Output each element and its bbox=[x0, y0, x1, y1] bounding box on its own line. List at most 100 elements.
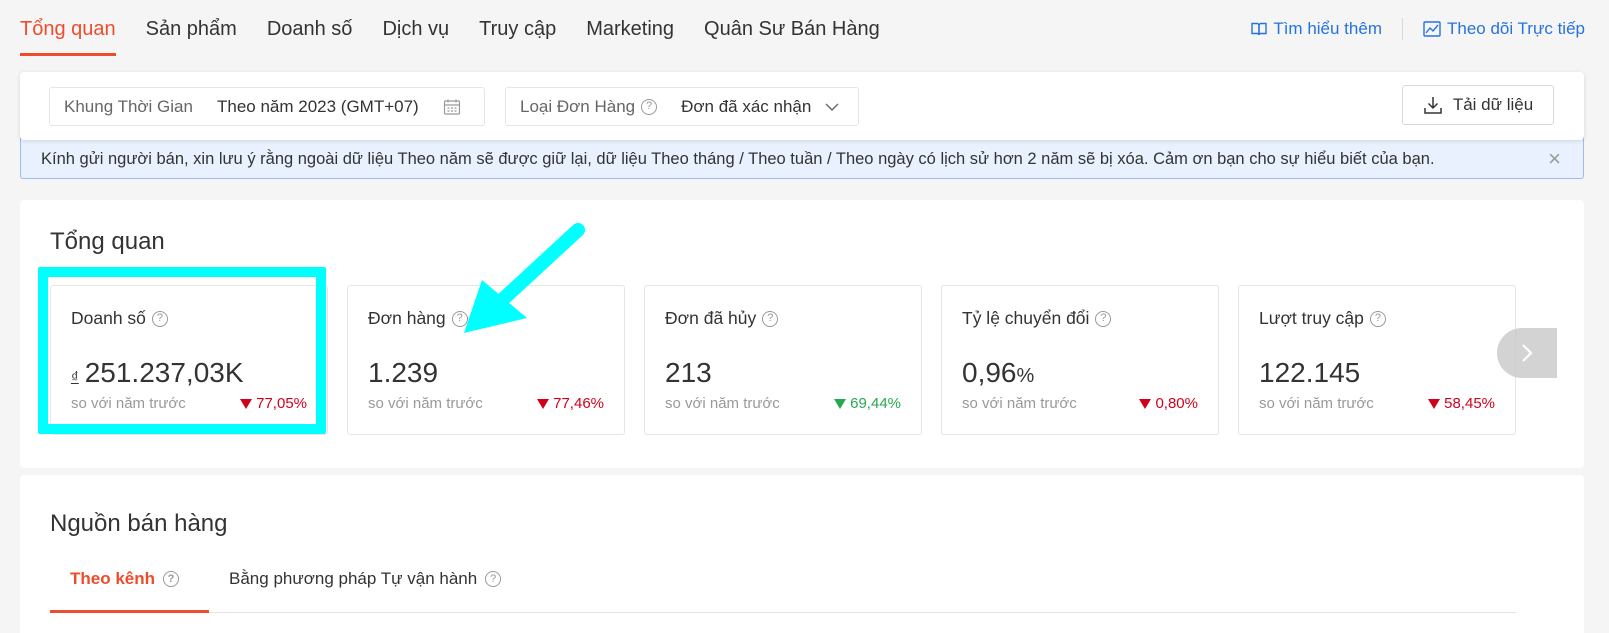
metric-value: 213 bbox=[665, 357, 901, 389]
main-tabs: Tổng quan Sản phẩm Doanh số Dịch vụ Truy… bbox=[0, 0, 910, 58]
tab-label: Theo kênh bbox=[70, 569, 156, 588]
metric-value-number: 1.239 bbox=[368, 357, 439, 388]
metric-value: ₫ 251.237,03K bbox=[71, 357, 307, 389]
tab-services[interactable]: Dịch vụ bbox=[382, 0, 449, 58]
currency-symbol: ₫ bbox=[71, 369, 79, 386]
chevron-down-icon bbox=[825, 102, 839, 112]
triangle-down-icon bbox=[240, 398, 253, 409]
comparison-label: so với năm trước bbox=[1259, 395, 1374, 412]
tab-products[interactable]: Sản phẩm bbox=[146, 0, 237, 58]
change-indicator: 58,45% bbox=[1428, 395, 1495, 412]
book-icon bbox=[1251, 22, 1268, 36]
notice-text: Kính gửi người bán, xin lưu ý rằng ngoài… bbox=[41, 149, 1435, 168]
triangle-down-icon bbox=[537, 398, 550, 409]
change-value: 69,44% bbox=[850, 395, 901, 412]
comparison-label: so với năm trước bbox=[368, 395, 483, 412]
metric-comparison: so với năm trước 77,05% bbox=[71, 395, 307, 412]
metric-title: Đơn đã hủy ? bbox=[665, 308, 901, 329]
calendar-icon bbox=[443, 98, 461, 116]
help-icon[interactable]: ? bbox=[163, 571, 180, 587]
tab-label: Bằng phương pháp Tự vận hành bbox=[229, 569, 478, 588]
comparison-label: so với năm trước bbox=[962, 395, 1077, 412]
tab-traffic[interactable]: Truy cập bbox=[479, 0, 556, 58]
change-value: 77,46% bbox=[553, 395, 604, 412]
metric-title-label: Đơn hàng bbox=[368, 308, 446, 328]
learn-more-label: Tìm hiểu thêm bbox=[1273, 19, 1382, 38]
top-links: Tìm hiểu thêm Theo dõi Trực tiếp bbox=[1251, 0, 1585, 58]
divider bbox=[1401, 18, 1403, 40]
filter-bar: Khung Thời Gian Theo năm 2023 (GMT+07) L… bbox=[20, 72, 1584, 140]
learn-more-link[interactable]: Tìm hiểu thêm bbox=[1251, 19, 1382, 39]
metric-comparison: so với năm trước 58,45% bbox=[1259, 395, 1495, 412]
overview-title: Tổng quan bbox=[50, 228, 165, 255]
overview-section: Tổng quan Doanh số ? ₫ 251.237,03K so vớ… bbox=[20, 200, 1584, 468]
live-tracking-link[interactable]: Theo dõi Trực tiếp bbox=[1423, 19, 1585, 39]
metric-value-number: 0,96 bbox=[962, 357, 1017, 388]
change-value: 77,05% bbox=[256, 395, 307, 412]
metric-value: 122.145 bbox=[1259, 357, 1495, 389]
metric-comparison: so với năm trước 69,44% bbox=[665, 395, 901, 412]
metric-title-label: Doanh số bbox=[71, 308, 146, 328]
chart-line-icon bbox=[1423, 21, 1441, 37]
triangle-down-icon bbox=[1428, 398, 1441, 409]
metric-card-orders[interactable]: Đơn hàng ? 1.239 so với năm trước 77,46% bbox=[347, 285, 625, 435]
metric-comparison: so với năm trước 0,80% bbox=[962, 395, 1198, 412]
top-navigation: Tổng quan Sản phẩm Doanh số Dịch vụ Truy… bbox=[0, 0, 1609, 58]
download-button[interactable]: Tải dữ liệu bbox=[1402, 85, 1554, 125]
help-icon[interactable]: ? bbox=[485, 571, 502, 587]
metric-title-label: Lượt truy cập bbox=[1259, 308, 1364, 328]
order-type-label: Loại Đơn Hàng bbox=[520, 96, 636, 116]
order-type-filter[interactable]: Loại Đơn Hàng ? Đơn đã xác nhận bbox=[505, 87, 859, 126]
change-indicator: 0,80% bbox=[1139, 395, 1198, 412]
download-label: Tải dữ liệu bbox=[1452, 95, 1534, 114]
tab-sales[interactable]: Doanh số bbox=[267, 0, 353, 58]
help-icon[interactable]: ? bbox=[762, 310, 779, 327]
comparison-label: so với năm trước bbox=[665, 395, 780, 412]
metric-comparison: so với năm trước 77,46% bbox=[368, 395, 604, 412]
time-range-label: Khung Thời Gian bbox=[64, 96, 193, 116]
metric-value-number: 251.237,03K bbox=[84, 357, 244, 388]
metric-title: Doanh số ? bbox=[71, 308, 307, 329]
next-metrics-button[interactable] bbox=[1497, 328, 1557, 378]
metric-unit: % bbox=[1016, 365, 1035, 387]
help-icon[interactable]: ? bbox=[151, 310, 168, 327]
comparison-label: so với năm trước bbox=[71, 395, 186, 412]
change-indicator: 77,46% bbox=[537, 395, 604, 412]
help-icon[interactable]: ? bbox=[641, 98, 658, 115]
time-range-filter[interactable]: Khung Thời Gian Theo năm 2023 (GMT+07) bbox=[49, 87, 485, 126]
tab-self-operated[interactable]: Bằng phương pháp Tự vận hành ? bbox=[209, 555, 531, 603]
metric-title: Tỷ lệ chuyển đổi ? bbox=[962, 308, 1198, 329]
change-indicator: 77,05% bbox=[240, 395, 307, 412]
metric-title: Lượt truy cập ? bbox=[1259, 308, 1495, 329]
triangle-down-icon bbox=[834, 398, 847, 409]
change-value: 58,45% bbox=[1444, 395, 1495, 412]
sales-source-title: Nguồn bán hàng bbox=[50, 510, 228, 537]
tab-sales-advisor[interactable]: Quân Sư Bán Hàng bbox=[704, 0, 880, 58]
metric-value: 1.239 bbox=[368, 357, 604, 389]
metric-title: Đơn hàng ? bbox=[368, 308, 604, 329]
help-icon[interactable]: ? bbox=[451, 310, 468, 327]
metric-title-label: Tỷ lệ chuyển đổi bbox=[962, 308, 1090, 328]
help-icon[interactable]: ? bbox=[1095, 310, 1112, 327]
time-range-value: Theo năm 2023 (GMT+07) bbox=[216, 96, 419, 116]
metric-value-number: 213 bbox=[665, 357, 712, 388]
change-value: 0,80% bbox=[1155, 395, 1198, 412]
triangle-down-icon bbox=[1139, 398, 1152, 409]
tab-marketing[interactable]: Marketing bbox=[586, 0, 674, 58]
download-icon bbox=[1424, 97, 1442, 114]
tab-by-channel[interactable]: Theo kênh ? bbox=[50, 555, 210, 613]
metric-card-conversion[interactable]: Tỷ lệ chuyển đổi ? 0,96% so với năm trướ… bbox=[941, 285, 1219, 435]
live-tracking-label: Theo dõi Trực tiếp bbox=[1446, 19, 1585, 38]
close-icon[interactable]: × bbox=[1548, 148, 1561, 170]
metric-value: 0,96% bbox=[962, 357, 1198, 389]
tab-overview[interactable]: Tổng quan bbox=[20, 0, 116, 58]
metric-card-visits[interactable]: Lượt truy cập ? 122.145 so với năm trước… bbox=[1238, 285, 1516, 435]
metric-value-number: 122.145 bbox=[1259, 357, 1361, 388]
help-icon[interactable]: ? bbox=[1369, 310, 1386, 327]
metric-card-cancelled[interactable]: Đơn đã hủy ? 213 so với năm trước 69,44% bbox=[644, 285, 922, 435]
chevron-right-icon bbox=[1522, 344, 1533, 362]
metric-card-revenue[interactable]: Doanh số ? ₫ 251.237,03K so với năm trướ… bbox=[50, 285, 328, 435]
sales-source-section: Nguồn bán hàng Theo kênh ? Bằng phương p… bbox=[20, 475, 1584, 633]
change-indicator: 69,44% bbox=[834, 395, 901, 412]
metric-title-label: Đơn đã hủy bbox=[665, 308, 757, 328]
